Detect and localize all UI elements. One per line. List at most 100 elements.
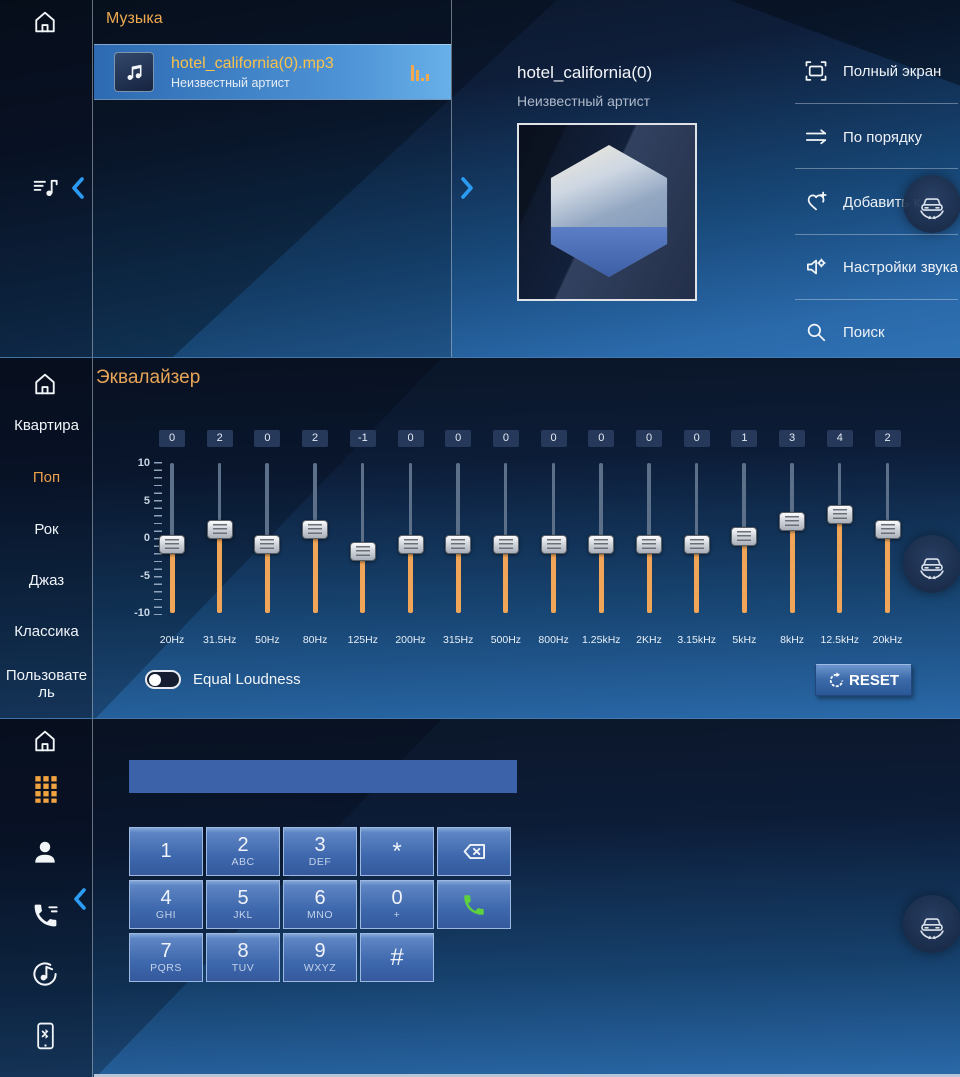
collapse-left-chevron[interactable] xyxy=(71,176,85,200)
music-panel: Музыка hotel_california(0).mp3 Неизвестн… xyxy=(0,0,960,357)
eq-band-slider-handle[interactable] xyxy=(779,512,805,531)
eq-preset-jazz[interactable]: Джаз xyxy=(2,572,91,589)
eq-preset-pop[interactable]: Поп xyxy=(2,469,91,486)
eq-preset-apartment[interactable]: Квартира xyxy=(2,417,91,434)
key-2[interactable]: 2 ABC xyxy=(206,827,280,876)
key-3[interactable]: 3 DEF xyxy=(283,827,357,876)
slider-grip xyxy=(356,546,370,557)
menu-label: Поиск xyxy=(843,324,885,341)
eq-band-slider-handle[interactable] xyxy=(827,505,853,524)
menu-item-sound-settings[interactable]: Настройки звука xyxy=(803,249,958,285)
expand-right-chevron[interactable] xyxy=(460,176,474,200)
slider-grip xyxy=(785,516,799,527)
key-1[interactable]: 1 xyxy=(129,827,203,876)
slider-grip xyxy=(404,539,418,550)
sidebar-item-bluetooth[interactable] xyxy=(30,1019,60,1053)
eq-band-value: 2 xyxy=(302,430,328,447)
eq-band-value: -1 xyxy=(350,430,376,447)
eq-reset-button[interactable]: RESET xyxy=(815,664,912,696)
music-track-list: Музыка hotel_california(0).mp3 Неизвестн… xyxy=(93,0,452,357)
eq-band-fill xyxy=(790,522,795,614)
key-sub-label: JKL xyxy=(233,909,253,921)
sidebar-item-music[interactable] xyxy=(29,958,61,990)
menu-item-play-order[interactable]: По порядку xyxy=(803,119,922,155)
track-list-item[interactable]: hotel_california(0).mp3 Неизвестный арти… xyxy=(94,44,451,100)
eq-band-slider-handle[interactable] xyxy=(636,535,662,554)
key-main-label: 7 xyxy=(160,941,171,962)
sidebar-item-dialpad[interactable] xyxy=(31,773,61,807)
eq-preset-classic[interactable]: Классика xyxy=(2,623,91,640)
key-main-label: 0 xyxy=(391,888,402,909)
key-#[interactable]: # xyxy=(360,933,434,982)
key-sub-label: MNO xyxy=(307,909,333,921)
eq-scale-label: 5 xyxy=(128,495,150,507)
key-9[interactable]: 9 WXYZ xyxy=(283,933,357,982)
car-mode-button[interactable] xyxy=(903,535,960,593)
dial-number-input[interactable] xyxy=(129,760,517,793)
eq-band: 0 800Hz xyxy=(530,358,578,718)
key-8[interactable]: 8 TUV xyxy=(206,933,280,982)
menu-item-search[interactable]: Поиск xyxy=(803,314,885,350)
eq-band-slider-handle[interactable] xyxy=(588,535,614,554)
home-button[interactable] xyxy=(29,6,61,38)
eq-band-fill xyxy=(885,529,890,613)
sidebar-item-call-log[interactable] xyxy=(29,899,61,931)
eq-band-fill xyxy=(837,514,842,613)
key-backspace[interactable] xyxy=(437,827,511,876)
eq-band-fill xyxy=(456,544,461,613)
eq-band-value: 0 xyxy=(636,430,662,447)
reset-label: RESET xyxy=(849,672,899,689)
slider-grip xyxy=(213,524,227,535)
eq-band-slider-handle[interactable] xyxy=(493,535,519,554)
key-sub-label: WXYZ xyxy=(304,962,336,974)
eq-band-slider-handle[interactable] xyxy=(731,527,757,546)
eq-band-slider-handle[interactable] xyxy=(875,520,901,539)
eq-band-fill xyxy=(170,544,175,613)
eq-band-fill xyxy=(694,544,699,613)
eq-band-slider-handle[interactable] xyxy=(159,535,185,554)
key-call[interactable] xyxy=(437,880,511,929)
now-playing-bars-icon xyxy=(411,64,429,81)
music-list-header: Музыка xyxy=(106,10,163,28)
key-0[interactable]: 0 + xyxy=(360,880,434,929)
equal-loudness-toggle[interactable] xyxy=(145,670,181,689)
slider-grip xyxy=(833,509,847,520)
key-main-label: 1 xyxy=(160,841,171,862)
eq-band-frequency: 20kHz xyxy=(858,634,918,646)
car-mode-button[interactable] xyxy=(903,895,960,953)
key-sub-label: GHI xyxy=(156,909,176,921)
eq-preset-user[interactable]: Пользователь xyxy=(2,667,91,701)
eq-band-slider-handle[interactable] xyxy=(302,520,328,539)
eq-band-slider-handle[interactable] xyxy=(254,535,280,554)
key-main-label: 8 xyxy=(237,941,248,962)
key-5[interactable]: 5 JKL xyxy=(206,880,280,929)
car-mode-button[interactable] xyxy=(903,175,960,233)
key-main-label: 6 xyxy=(314,888,325,909)
home-icon xyxy=(31,727,59,755)
key-main-label: 9 xyxy=(314,941,325,962)
music-list-button[interactable] xyxy=(29,170,61,204)
menu-item-fullscreen[interactable]: Полный экран xyxy=(803,53,941,89)
sidebar-item-contacts[interactable] xyxy=(29,836,61,868)
home-button[interactable] xyxy=(29,725,61,757)
backspace-icon xyxy=(461,838,488,865)
bluetooth-device-icon xyxy=(32,1021,59,1052)
collapse-left-chevron[interactable] xyxy=(73,887,87,911)
eq-band-slider-handle[interactable] xyxy=(541,535,567,554)
eq-band-fill xyxy=(265,544,270,613)
key-*[interactable]: * xyxy=(360,827,434,876)
eq-band-slider-handle[interactable] xyxy=(684,535,710,554)
eq-band-slider-handle[interactable] xyxy=(207,520,233,539)
eq-band: 2 80Hz xyxy=(291,358,339,718)
eq-preset-rock[interactable]: Рок xyxy=(2,521,91,538)
home-button[interactable] xyxy=(29,368,61,400)
key-4[interactable]: 4 GHI xyxy=(129,880,203,929)
sound-settings-icon xyxy=(803,254,829,280)
eq-band-slider-handle[interactable] xyxy=(350,542,376,561)
key-7[interactable]: 7 PQRS xyxy=(129,933,203,982)
slider-grip xyxy=(547,539,561,550)
equalizer-panel: Квартира Поп Рок Джаз Классика Пользоват… xyxy=(0,357,960,718)
key-6[interactable]: 6 MNO xyxy=(283,880,357,929)
eq-band-slider-handle[interactable] xyxy=(398,535,424,554)
eq-band-slider-handle[interactable] xyxy=(445,535,471,554)
